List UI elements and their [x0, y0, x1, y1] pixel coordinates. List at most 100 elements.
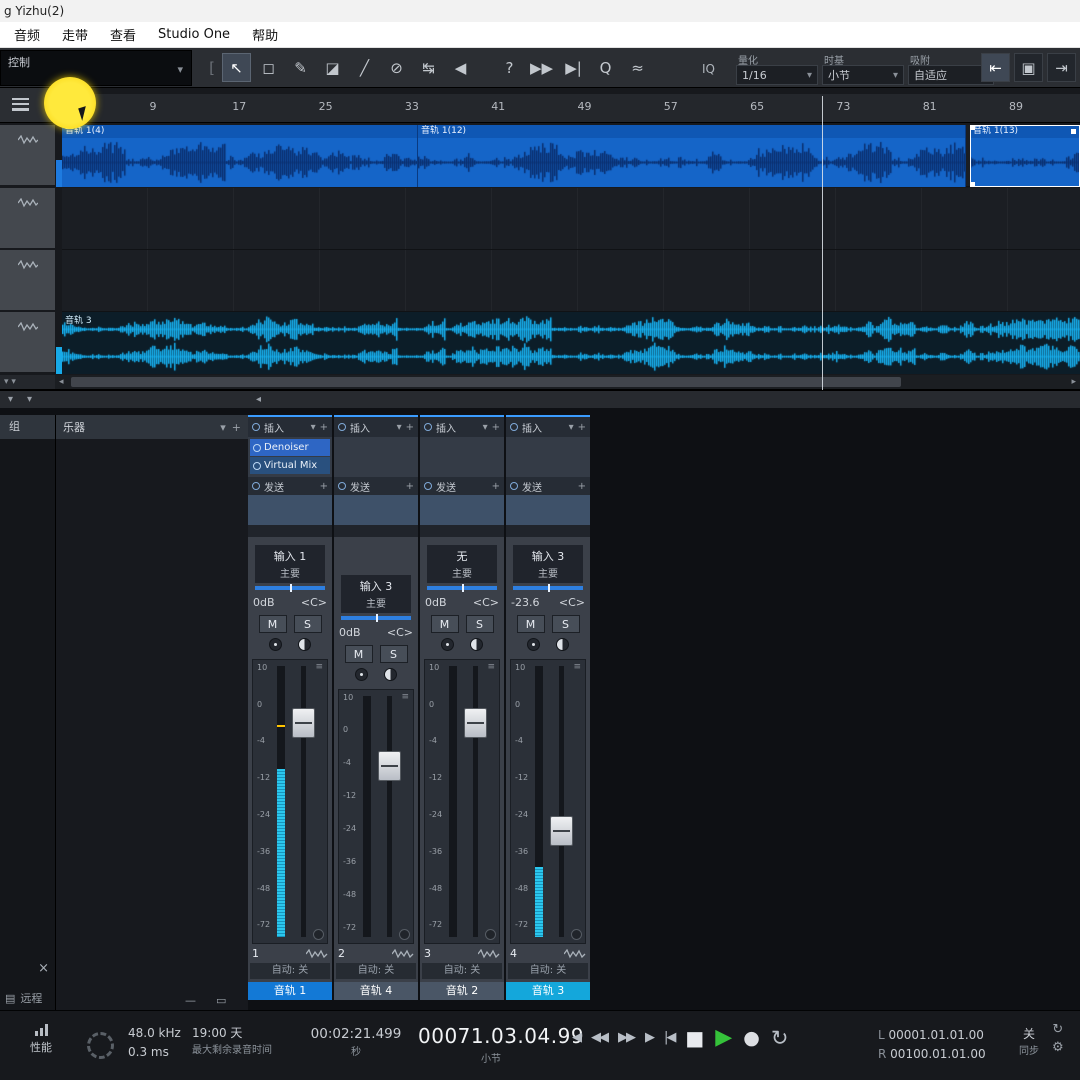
track-name[interactable]: 音轨 4 — [334, 982, 418, 1000]
solo-button[interactable]: S — [380, 645, 408, 663]
meter-options-icon[interactable]: ≡ — [487, 662, 495, 672]
help-icon[interactable]: ? — [495, 53, 524, 82]
fader-handle[interactable] — [550, 816, 573, 846]
add-send-icon[interactable]: + — [406, 481, 414, 492]
arrow-tool-icon[interactable]: ↖ — [222, 53, 251, 82]
meter-options-icon[interactable]: ≡ — [315, 662, 323, 672]
menu-audio[interactable]: 音频 — [14, 25, 40, 44]
sends-header[interactable]: 发送 + — [506, 477, 590, 495]
prev-marker-button[interactable]: ◀ — [572, 1030, 580, 1045]
playhead[interactable] — [822, 96, 823, 390]
pan-value[interactable]: <C> — [387, 626, 413, 639]
play-marker-icon[interactable]: ▶▶ — [527, 53, 556, 82]
loop-range-display[interactable]: L 00001.01.01.00 R 00100.01.01.00 — [878, 1026, 986, 1064]
console-view-icon[interactable]: ▣ — [1014, 53, 1043, 82]
fader-track[interactable] — [473, 666, 478, 937]
track-header-3[interactable] — [0, 250, 55, 311]
meter-options-icon[interactable]: ≡ — [401, 692, 409, 702]
scroll-left-icon[interactable]: ◂ — [59, 377, 64, 387]
return-to-start-button[interactable]: |◀ — [664, 1030, 674, 1045]
track-header-1[interactable] — [0, 125, 55, 186]
sends-header[interactable]: 发送 + — [420, 477, 504, 495]
mute-tool-icon[interactable]: ⊘ — [382, 53, 411, 82]
insert-slot-denoiser[interactable]: Denoiser — [250, 439, 330, 456]
listen-tool-icon[interactable]: ◀ — [446, 53, 475, 82]
play-button[interactable]: ▶ — [715, 1025, 732, 1050]
add-insert-icon[interactable]: + — [492, 422, 500, 433]
maximize-icon[interactable]: ▭ — [216, 994, 226, 1007]
power-icon[interactable] — [338, 423, 346, 431]
power-icon[interactable] — [424, 482, 432, 490]
fast-forward-button[interactable]: ▶▶ — [618, 1030, 634, 1045]
insert-slot-virtualmix[interactable]: Virtual Mix — [250, 457, 330, 474]
audio-clip-track3[interactable]: 音轨 3 — [62, 312, 1080, 374]
add-insert-icon[interactable]: + — [406, 422, 414, 433]
scrollbar-thumb[interactable] — [71, 377, 901, 387]
performance-indicator[interactable]: 性能 — [18, 1024, 64, 1055]
power-icon[interactable] — [510, 423, 518, 431]
clip-led[interactable] — [313, 929, 324, 940]
quantize-tool-icon[interactable]: Q — [591, 53, 620, 82]
input-gain-knob[interactable] — [441, 638, 454, 651]
chevron-down-icon[interactable]: ▾ — [220, 421, 226, 434]
track-name[interactable]: 音轨 3 — [506, 982, 590, 1000]
horizontal-scrollbar[interactable]: ◂ ▸ — [55, 375, 1080, 390]
chevron-down-icon[interactable]: ▾ — [483, 422, 488, 433]
back-icon[interactable]: ◂ — [256, 394, 261, 405]
inserts-header[interactable]: 插入 ▾+ — [420, 417, 504, 437]
fader-handle[interactable] — [378, 751, 401, 781]
audio-clip-3-selected[interactable]: 音轨 1(13) — [970, 125, 1080, 187]
output-select[interactable]: 主要 — [513, 565, 583, 580]
gain-value[interactable]: 0dB — [339, 626, 361, 639]
fader-handle[interactable] — [464, 708, 487, 738]
close-icon[interactable]: × — [38, 961, 49, 976]
audio-clip-1[interactable]: 音轨 1(4) — [62, 125, 418, 187]
track-name[interactable]: 音轨 2 — [420, 982, 504, 1000]
power-icon[interactable] — [253, 444, 261, 452]
clip-led[interactable] — [571, 929, 582, 940]
solo-button[interactable]: S — [552, 615, 580, 633]
automation-mode[interactable]: 自动: 关 — [250, 963, 330, 979]
track-name[interactable]: 音轨 1 — [248, 982, 332, 1000]
track-header-2[interactable] — [0, 188, 55, 249]
power-icon[interactable] — [510, 482, 518, 490]
timeline-ruler[interactable]: 917253341495765738189 — [62, 94, 1080, 123]
input-select[interactable]: 无 — [427, 548, 497, 564]
gain-value[interactable]: 0dB — [425, 596, 447, 609]
timebase-select[interactable]: 小节▾ — [822, 65, 904, 85]
audio-clip-2[interactable]: 音轨 1(12) — [418, 125, 966, 187]
hamburger-menu-icon[interactable] — [12, 98, 29, 111]
input-select[interactable]: 输入 3 — [341, 578, 411, 594]
add-insert-icon[interactable]: + — [578, 422, 586, 433]
gain-value[interactable]: -23.6 — [511, 596, 539, 609]
gear-icon[interactable]: ⚙ — [1052, 1040, 1064, 1055]
next-view-icon[interactable]: ⇥ — [1047, 53, 1076, 82]
input-select[interactable]: 输入 1 — [255, 548, 325, 564]
tab-group[interactable]: 组 — [0, 415, 55, 439]
chevron-down-icon[interactable]: ▾ — [311, 422, 316, 433]
pencil-tool-icon[interactable]: ✎ — [286, 53, 315, 82]
clip-led[interactable] — [485, 929, 496, 940]
track-lane-2[interactable] — [62, 188, 1080, 250]
automation-mode[interactable]: 自动: 关 — [508, 963, 588, 979]
inserts-header[interactable]: 插入 ▾+ — [334, 417, 418, 437]
track-header-4[interactable] — [0, 312, 55, 373]
power-icon[interactable] — [253, 462, 261, 470]
add-send-icon[interactable]: + — [578, 481, 586, 492]
inserts-header[interactable]: 插入 ▾+ — [248, 417, 332, 437]
collapse-icon[interactable]: ▾ — [8, 394, 13, 405]
input-gain-knob[interactable] — [269, 638, 282, 651]
mute-button[interactable]: M — [345, 645, 373, 663]
browser-header[interactable]: 乐器 ▾ + — [56, 415, 248, 439]
add-send-icon[interactable]: + — [320, 481, 328, 492]
loop-button[interactable]: ↻ — [771, 1026, 789, 1050]
time-display[interactable]: 00:02:21.499 秒 — [298, 1024, 414, 1060]
fader-track[interactable] — [301, 666, 306, 937]
io-box[interactable]: 输入 3 主要 — [341, 575, 411, 613]
play-marker2-icon[interactable]: ▶| — [559, 53, 588, 82]
io-box[interactable]: 无 主要 — [427, 545, 497, 583]
collapse-icon[interactable]: ▾ — [27, 394, 32, 405]
mute-button[interactable]: M — [431, 615, 459, 633]
meter-options-icon[interactable]: ≡ — [573, 662, 581, 672]
fader-track[interactable] — [559, 666, 564, 937]
